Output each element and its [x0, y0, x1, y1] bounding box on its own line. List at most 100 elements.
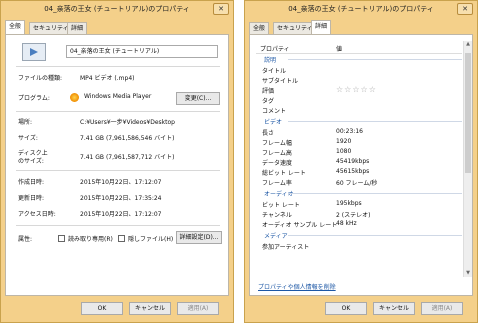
- prop-channels: チャンネル: [262, 212, 292, 219]
- list-item[interactable]: タイトル: [256, 65, 462, 75]
- size-value: 7.41 GB (7,961,586,546 バイト): [80, 135, 175, 142]
- section-video-title: ビデオ: [264, 119, 283, 126]
- dialog-buttons: OK キャンセル 適用(A): [1, 302, 233, 316]
- section-line: [288, 235, 462, 236]
- hidden-label: 隠しファイル(H): [128, 236, 174, 243]
- section-description-title: 説明: [264, 57, 277, 64]
- created-row: 作成日時: 2015年10月22日、17:12:07: [18, 177, 222, 187]
- scrollbar[interactable]: ▲ ▼: [463, 41, 472, 277]
- hidden-checkbox[interactable]: [118, 235, 125, 242]
- tab-bar: 全般 セキュリティ 詳細: [249, 20, 473, 34]
- value-frame-rate: 60 フレーム/秒: [336, 180, 378, 187]
- list-item[interactable]: フレーム高 1080: [256, 147, 462, 157]
- prop-total-bitrate: 総ビット レート: [262, 170, 306, 177]
- dialog-buttons: OK キャンセル 適用(A): [245, 302, 477, 316]
- rating-stars[interactable]: ☆☆☆☆☆: [336, 85, 377, 94]
- list-item[interactable]: データ速度 45419kbps: [256, 157, 462, 167]
- list-item[interactable]: オーディオ サンプル レート 48 kHz: [256, 219, 462, 229]
- section-line: [288, 193, 462, 194]
- section-line: [288, 121, 462, 122]
- cancel-button[interactable]: キャンセル: [129, 302, 171, 315]
- apply-button[interactable]: 適用(A): [421, 302, 463, 315]
- list-item[interactable]: フレーム率 60 フレーム/秒: [256, 177, 462, 187]
- divider: [16, 170, 220, 171]
- file-name-input[interactable]: 04_亲落の王女 (チュートリアル): [66, 45, 218, 58]
- section-audio: オーディオ: [256, 188, 462, 198]
- scroll-up-icon[interactable]: ▲: [464, 41, 472, 48]
- tab-bar: 全般 セキュリティ 詳細: [5, 20, 229, 34]
- title-bar: 04_亲落の王女 (チュートリアル)のプロパティ ✕: [1, 1, 233, 17]
- tab-general[interactable]: 全般: [249, 22, 270, 34]
- file-type-value: MP4 ビデオ (.mp4): [80, 75, 135, 82]
- disk-size-value: 7.41 GB (7,961,587,712 バイト): [80, 154, 175, 161]
- details-panel: プロパティ 値 説明 タイトル サブタイトル 評価 ☆☆☆☆☆ タグ コメント ビ…: [249, 34, 473, 296]
- program-value: Windows Media Player: [84, 93, 152, 100]
- scroll-thumb[interactable]: [465, 53, 471, 173]
- advanced-button[interactable]: 詳細設定(D)...: [176, 231, 222, 244]
- accessed-row: アクセス日時: 2015年10月22日、17:12:07: [18, 209, 222, 219]
- close-button[interactable]: ✕: [457, 3, 473, 15]
- value-total-bitrate: 45615kbps: [336, 168, 370, 175]
- disk-size-row: ディスク上 のサイズ: 7.41 GB (7,961,587,712 バイト): [18, 148, 222, 166]
- accessed-value: 2015年10月22日、17:12:07: [80, 211, 162, 218]
- close-button[interactable]: ✕: [213, 3, 229, 15]
- general-panel: 04_亲落の王女 (チュートリアル) ファイルの種類: MP4 ビデオ (.mp…: [5, 34, 229, 296]
- tab-details[interactable]: 詳細: [67, 22, 88, 34]
- header-property[interactable]: プロパティ: [260, 44, 290, 53]
- tab-general[interactable]: 全般: [5, 20, 26, 34]
- table-header: プロパティ 値: [256, 41, 462, 54]
- file-type-label: ファイルの種類:: [18, 75, 63, 82]
- header-value[interactable]: 値: [336, 44, 342, 53]
- window-title: 04_亲落の王女 (チュートリアル)のプロパティ: [44, 5, 190, 13]
- divider: [16, 225, 220, 226]
- list-item[interactable]: サブタイトル: [256, 75, 462, 85]
- list-item[interactable]: フレーム幅 1920: [256, 137, 462, 147]
- ok-button[interactable]: OK: [81, 302, 123, 315]
- prop-frame-rate: フレーム率: [262, 180, 292, 187]
- list-item[interactable]: ビット レート 195kbps: [256, 199, 462, 209]
- list-item[interactable]: 参加アーティスト: [256, 241, 462, 251]
- list-item[interactable]: タグ: [256, 95, 462, 105]
- readonly-label: 読み取り専用(R): [68, 236, 113, 243]
- cancel-button[interactable]: キャンセル: [373, 302, 415, 315]
- section-video: ビデオ: [256, 116, 462, 126]
- tab-details[interactable]: 詳細: [311, 20, 332, 34]
- value-data-rate: 45419kbps: [336, 158, 370, 165]
- scroll-down-icon[interactable]: ▼: [464, 270, 472, 277]
- properties-window-general: 04_亲落の王女 (チュートリアル)のプロパティ ✕ 全般 セキュリティ 詳細 …: [0, 0, 234, 323]
- apply-button[interactable]: 適用(A): [177, 302, 219, 315]
- divider: [16, 111, 220, 112]
- size-label: サイズ:: [18, 135, 38, 142]
- list-item[interactable]: コメント: [256, 105, 462, 115]
- prop-bitrate: ビット レート: [262, 202, 300, 209]
- location-row: 場所: C:¥Users¥一步¥Videos¥Desktop: [18, 117, 222, 127]
- size-row: サイズ: 7.41 GB (7,961,586,546 バイト): [18, 133, 222, 143]
- prop-title: タイトル: [262, 68, 287, 75]
- value-length: 00:23:16: [336, 128, 363, 135]
- ok-button[interactable]: OK: [325, 302, 367, 315]
- program-label: プログラム:: [18, 95, 50, 102]
- readonly-checkbox[interactable]: [58, 235, 65, 242]
- remove-properties-link[interactable]: プロパティや個人情報を削除: [258, 282, 336, 291]
- details-table: プロパティ 値 説明 タイトル サブタイトル 評価 ☆☆☆☆☆ タグ コメント ビ…: [256, 41, 462, 277]
- list-item[interactable]: 総ビット レート 45615kbps: [256, 167, 462, 177]
- video-file-icon: [22, 43, 46, 61]
- list-item[interactable]: チャンネル 2 (ステレオ): [256, 209, 462, 219]
- prop-rating: 評価: [262, 88, 275, 95]
- disk-size-label-line2: のサイズ:: [18, 158, 44, 165]
- value-sample-rate: 48 kHz: [336, 220, 357, 227]
- value-frame-height: 1080: [336, 148, 352, 155]
- change-program-button[interactable]: 変更(C)...: [176, 92, 220, 105]
- prop-frame-height: フレーム高: [262, 150, 292, 157]
- prop-tags: タグ: [262, 98, 275, 105]
- section-line: [288, 59, 462, 60]
- list-item[interactable]: 評価 ☆☆☆☆☆: [256, 85, 462, 95]
- modified-row: 更新日時: 2015年10月22日、17:35:24: [18, 193, 222, 203]
- value-channels: 2 (ステレオ): [336, 212, 371, 219]
- section-description: 説明: [256, 54, 462, 64]
- properties-window-details: 04_亲落の王女 (チュートリアル)のプロパティ ✕ 全般 セキュリティ 詳細 …: [244, 0, 478, 323]
- location-label: 場所:: [18, 119, 33, 126]
- list-item[interactable]: 長さ 00:23:16: [256, 127, 462, 137]
- value-frame-width: 1920: [336, 138, 352, 145]
- prop-sample-rate: オーディオ サンプル レート: [262, 222, 338, 229]
